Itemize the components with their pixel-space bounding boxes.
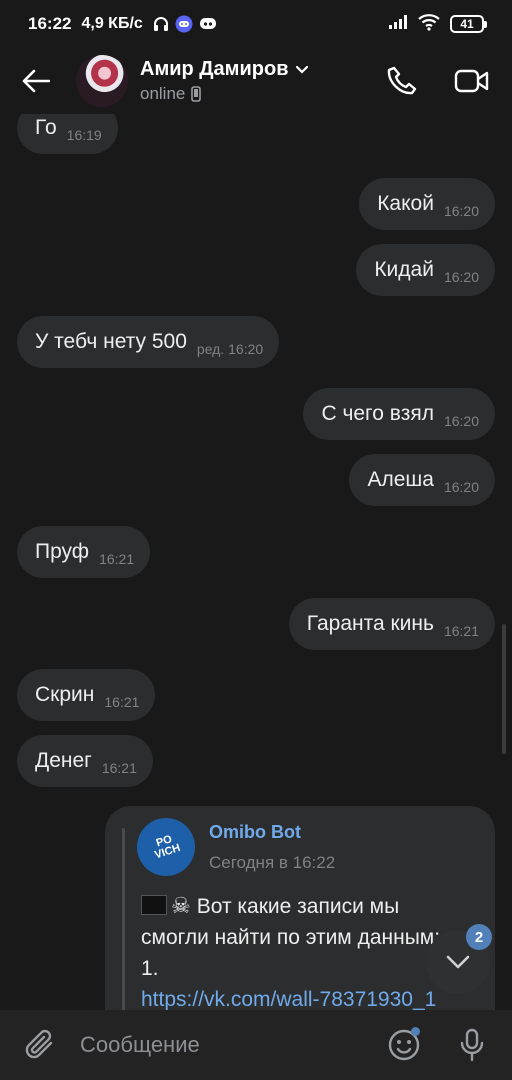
message-bubble[interactable]: Гаранта кинь 16:21 <box>288 598 495 650</box>
video-camera-icon <box>454 69 489 93</box>
network-speed: 4,9 КБ/с <box>81 15 143 32</box>
attach-button[interactable] <box>20 1025 60 1065</box>
contact-info[interactable]: Амир Дамиров online <box>140 58 309 104</box>
message-bubble[interactable]: Денег 16:21 <box>17 735 153 787</box>
message-bubble[interactable]: Какой 16:20 <box>359 178 495 230</box>
message-input[interactable] <box>80 1032 384 1058</box>
black-flag-icon <box>141 895 167 915</box>
status-bar: 16:22 4,9 КБ/с 41 <box>0 0 512 48</box>
contact-avatar[interactable] <box>76 55 128 107</box>
chat-screen: 16:22 4,9 КБ/с 41 Амир Дамиров online Го… <box>0 0 512 1080</box>
message-time: 16:21 <box>443 623 479 639</box>
unread-badge: 2 <box>466 924 492 950</box>
mobile-device-icon <box>191 86 202 102</box>
message-time: ред. 16:20 <box>196 341 264 357</box>
signal-icon <box>388 14 408 35</box>
message-bubble[interactable]: Кидай 16:20 <box>356 244 495 296</box>
message-bubble[interactable]: С чего взял 16:20 <box>303 388 495 440</box>
message-time: 16:21 <box>99 551 135 567</box>
chat-header: Амир Дамиров online <box>0 48 512 114</box>
contact-status: online <box>140 84 186 103</box>
message-bubble[interactable]: Пруф 16:21 <box>17 526 151 578</box>
message-time: 16:20 <box>443 203 479 219</box>
scrollbar[interactable] <box>502 624 506 754</box>
voice-message-button[interactable] <box>452 1025 492 1065</box>
message-time: 16:21 <box>104 694 140 710</box>
message-time: 16:20 <box>443 479 479 495</box>
video-call-button[interactable] <box>452 61 492 101</box>
contact-name: Амир Дамиров <box>140 58 289 80</box>
wifi-icon <box>418 13 440 36</box>
message-time: 16:20 <box>443 269 479 285</box>
notification-dot <box>411 1027 420 1036</box>
status-time: 16:22 <box>28 14 72 33</box>
message-time: 16:21 <box>101 760 137 776</box>
battery-icon: 41 <box>450 15 487 33</box>
paperclip-icon <box>25 1029 53 1059</box>
message-bubble[interactable]: Скрин 16:21 <box>17 669 156 721</box>
message-bubble[interactable]: Го 16:19 <box>17 114 118 154</box>
discord-icon <box>199 17 217 31</box>
scroll-to-bottom-button[interactable]: 2 <box>426 924 492 994</box>
skull-icon: ☠ <box>171 893 191 918</box>
chevron-down-icon <box>295 65 308 74</box>
message-time: 16:19 <box>66 127 102 143</box>
headphones-icon <box>153 16 169 32</box>
call-button[interactable] <box>382 61 422 101</box>
back-button[interactable] <box>12 57 60 105</box>
message-composer <box>0 1010 512 1080</box>
wall-link[interactable]: https://vk.com/wall-78371930_1 <box>141 984 471 1010</box>
sticker-button[interactable] <box>384 1025 424 1065</box>
message-list[interactable]: Го 16:19 Какой 16:20 Кидай 16:20 У тебч … <box>0 114 512 1010</box>
phone-icon <box>387 66 417 95</box>
bot-name[interactable]: Omibo Bot <box>209 822 335 843</box>
message-bubble[interactable]: Алеша 16:20 <box>349 454 495 506</box>
arrow-left-icon <box>22 69 50 93</box>
bot-date: Сегодня в 16:22 <box>209 852 336 872</box>
message-bubble[interactable]: У тебч нету 500 ред. 16:20 <box>17 316 280 368</box>
discord-icon <box>175 15 193 33</box>
message-time: 16:20 <box>443 413 479 429</box>
bot-avatar[interactable]: PO VICH <box>129 810 203 884</box>
quote-line <box>122 828 125 1010</box>
chevron-down-icon <box>446 955 470 969</box>
microphone-icon <box>460 1028 484 1062</box>
